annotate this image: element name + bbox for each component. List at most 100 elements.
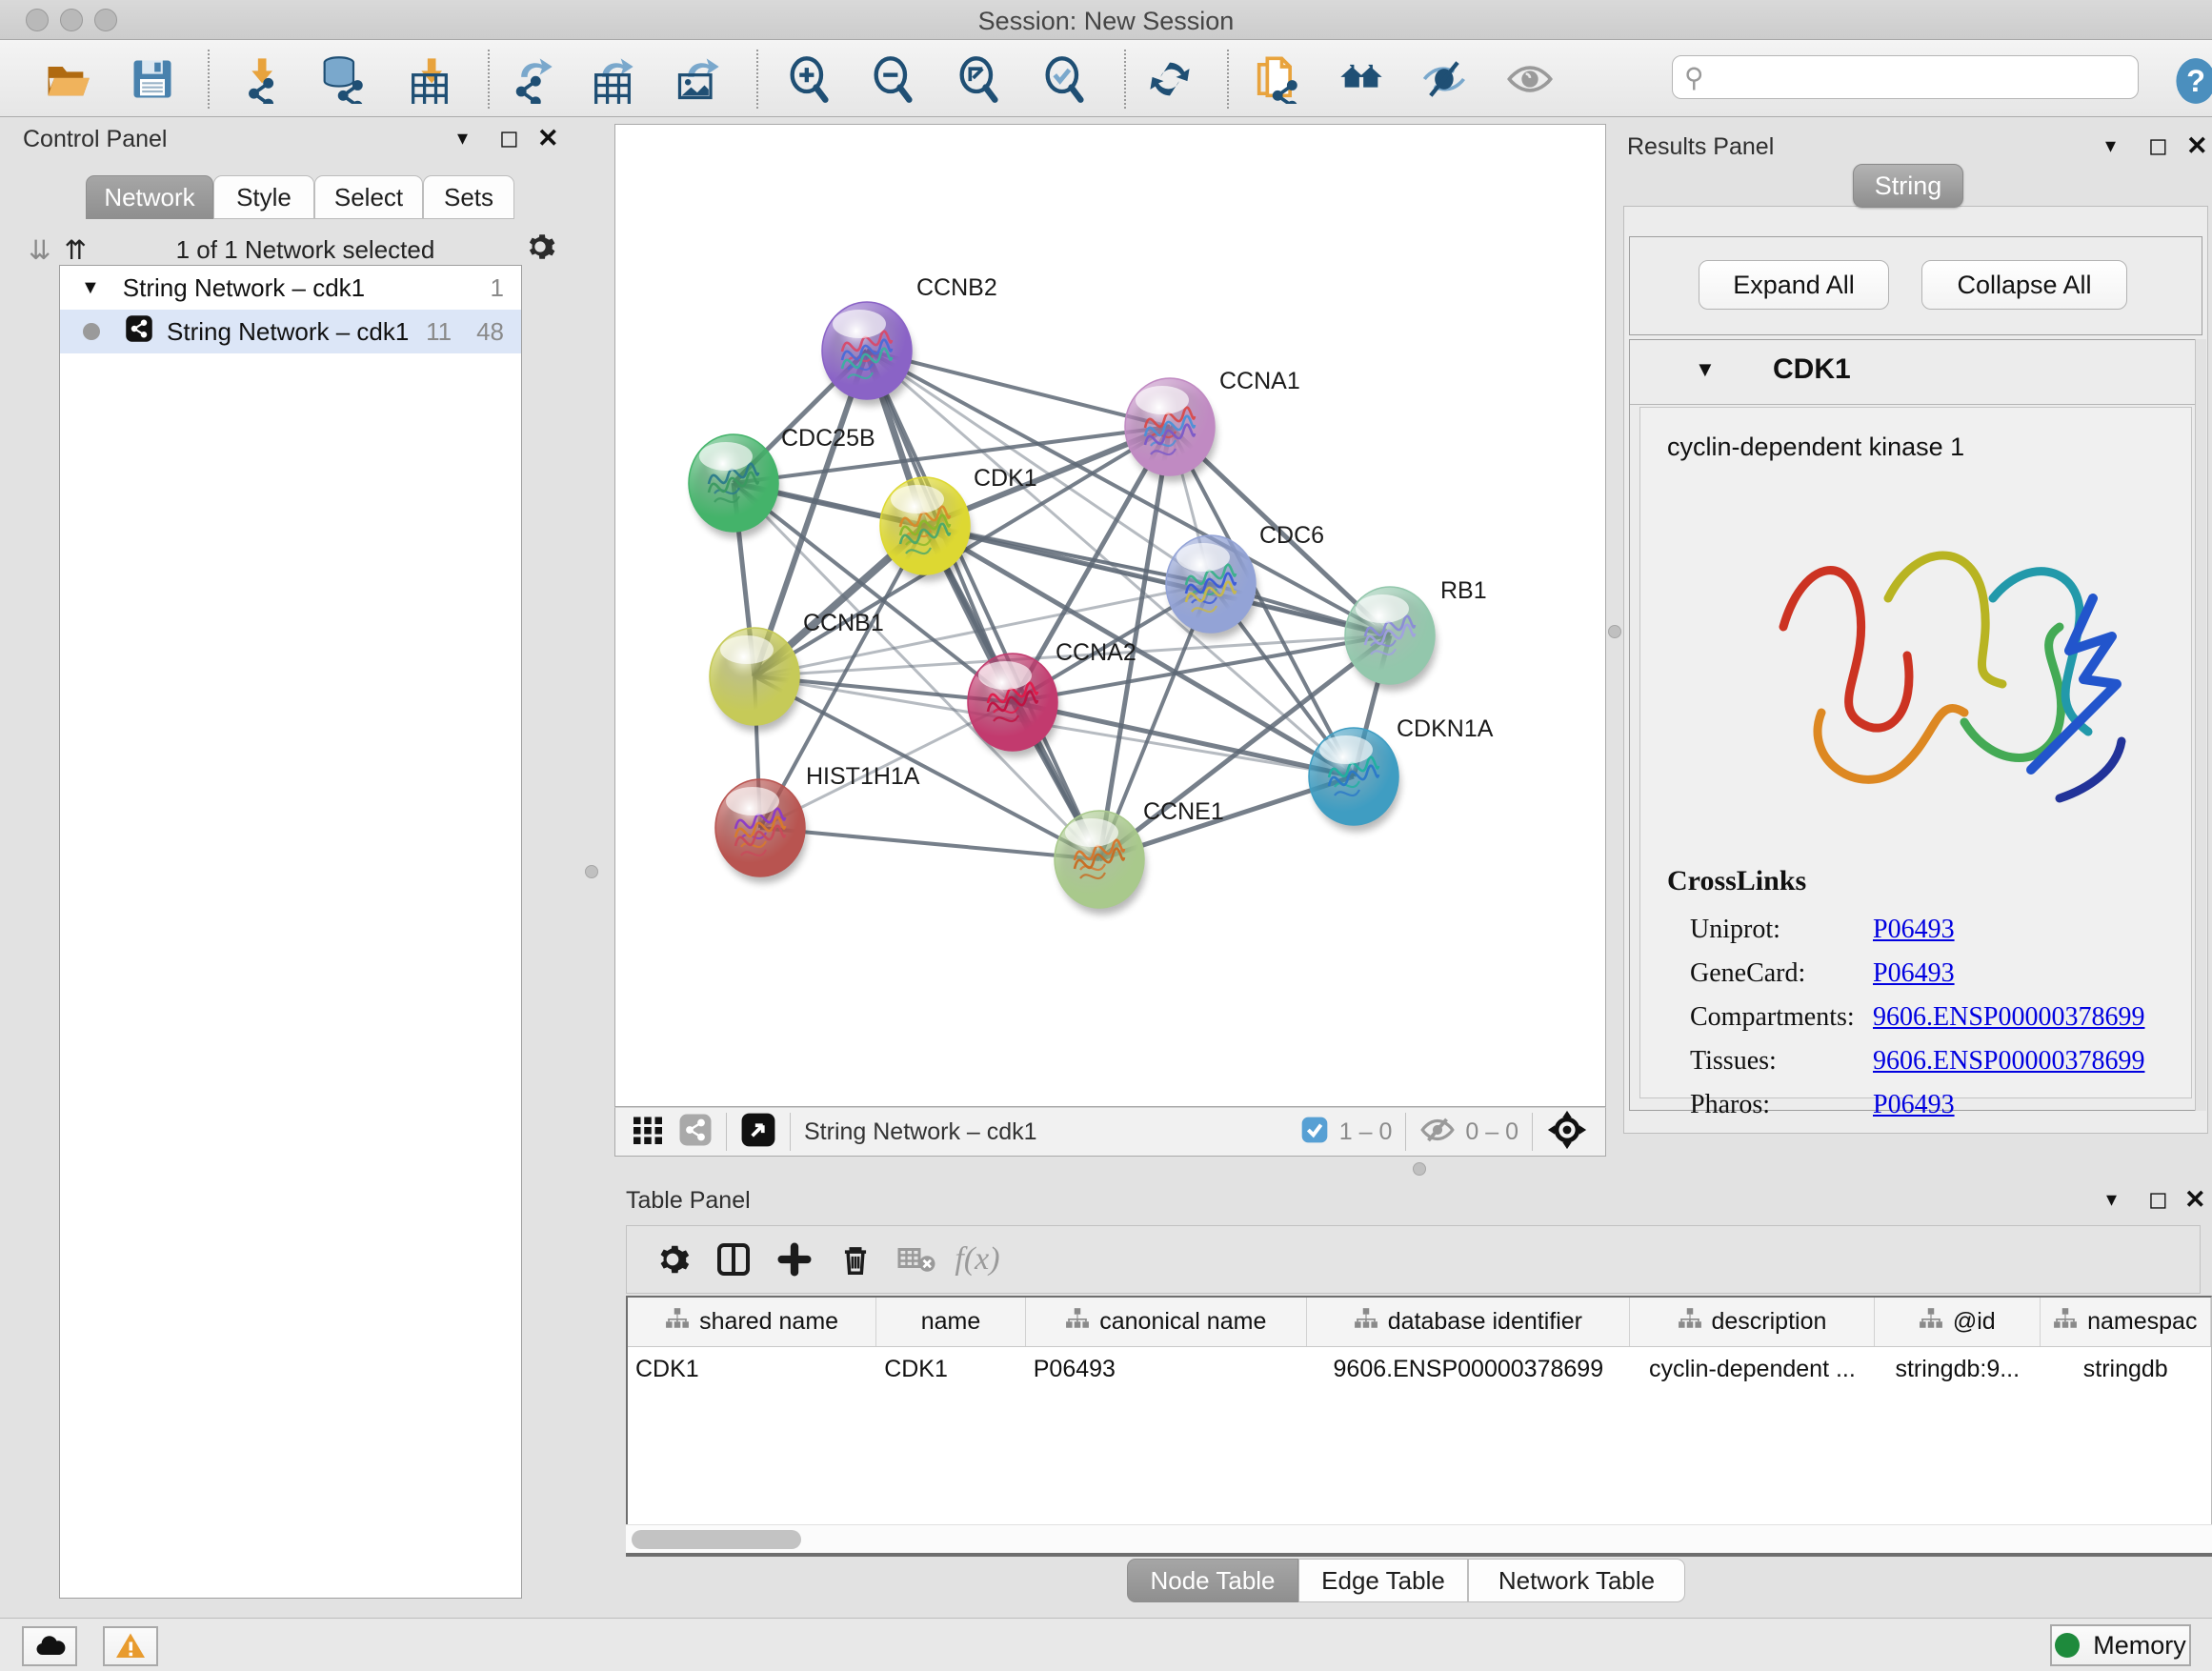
tab-select[interactable]: Select — [314, 175, 423, 219]
float-panel-icon[interactable]: ◻ — [2148, 1185, 2168, 1214]
gene-card: cyclin-dependent kinase 1 CrossLinks Uni… — [1639, 407, 2192, 1098]
show-all-button[interactable] — [1502, 51, 1558, 107]
network-row[interactable]: String Network – cdk1 11 48 — [60, 310, 521, 353]
export-image-button[interactable] — [671, 51, 726, 107]
network-view-toolbar: String Network – cdk1 1 – 0 0 – 0 — [614, 1107, 1606, 1157]
column-header--id[interactable]: @id — [1875, 1298, 2040, 1346]
tab-style[interactable]: Style — [213, 175, 314, 219]
delete-table-icon[interactable] — [886, 1233, 947, 1286]
panel-menu-icon[interactable]: ▾ — [457, 126, 468, 151]
birds-eye-icon[interactable] — [1546, 1109, 1588, 1156]
function-builder-icon[interactable]: f(x) — [947, 1233, 1008, 1286]
crosslink-label: GeneCard: — [1690, 958, 1805, 989]
import-table-button[interactable] — [402, 51, 457, 107]
crosslink-link[interactable]: P06493 — [1873, 1090, 1955, 1120]
column-header-shared-name[interactable]: shared name — [628, 1298, 876, 1346]
refresh-icon — [1145, 54, 1195, 104]
network-view[interactable]: CCNB2 CCNA1 CDC25B CDK1 CDC6 — [614, 124, 1606, 1107]
open-in-window-icon[interactable] — [740, 1112, 776, 1153]
warning-button[interactable] — [103, 1626, 158, 1666]
crosslink-link[interactable]: P06493 — [1873, 958, 1955, 989]
selected-checkbox[interactable] — [1299, 1115, 1330, 1150]
zoom-fit-icon — [954, 54, 1003, 104]
import-network-button[interactable] — [232, 51, 288, 107]
tab-node-table[interactable]: Node Table — [1127, 1559, 1298, 1602]
collapse-all-button[interactable]: Collapse All — [1921, 260, 2127, 310]
cloud-button[interactable] — [22, 1626, 77, 1666]
network-node-RB1[interactable]: RB1 — [1345, 577, 1487, 691]
close-panel-icon[interactable]: ✕ — [537, 124, 559, 153]
table-settings-gear-icon[interactable] — [642, 1233, 703, 1286]
float-panel-icon[interactable]: ◻ — [499, 124, 519, 152]
export-table-button[interactable] — [585, 51, 640, 107]
network-edge[interactable] — [1013, 702, 1354, 776]
open-file-button[interactable] — [39, 51, 94, 107]
gene-header[interactable]: ▼ CDK1 — [1630, 340, 2202, 405]
zoom-selected-icon — [1039, 54, 1089, 104]
table-hscrollbar[interactable] — [626, 1524, 2212, 1553]
panel-menu-icon[interactable]: ▾ — [2105, 133, 2116, 158]
zoom-out-button[interactable] — [865, 51, 920, 107]
tab-sets[interactable]: Sets — [423, 175, 514, 219]
expand-all-icon[interactable]: ⇈ — [64, 234, 86, 266]
search-input[interactable] — [1712, 64, 2112, 91]
collapse-section-icon[interactable]: ▼ — [1695, 357, 1716, 382]
collection-count: 1 — [491, 273, 504, 303]
crosslink-link[interactable]: P06493 — [1873, 915, 1955, 945]
network-node-CDKN1A[interactable]: CDKN1A — [1309, 715, 1494, 832]
delete-column-trash-icon[interactable] — [825, 1233, 886, 1286]
add-column-icon[interactable] — [764, 1233, 825, 1286]
close-panel-icon[interactable]: ✕ — [2184, 1185, 2206, 1215]
gear-icon[interactable] — [524, 231, 556, 270]
search-box[interactable]: ⚲ — [1672, 55, 2139, 99]
panel-menu-icon[interactable]: ▾ — [2106, 1187, 2117, 1212]
zoom-selected-button[interactable] — [1036, 51, 1092, 107]
close-panel-icon[interactable]: ✕ — [2186, 131, 2208, 161]
hide-selected-button[interactable] — [1418, 51, 1473, 107]
results-scrollbar[interactable] — [2195, 339, 2206, 1111]
left-splitter-handle[interactable] — [585, 865, 598, 878]
table-hscrollbar-thumb[interactable] — [632, 1530, 801, 1549]
crosslink-link[interactable]: 9606.ENSP00000378699 — [1873, 1046, 2144, 1077]
crosslinks-title: CrossLinks — [1667, 865, 1806, 897]
show-columns-icon[interactable] — [703, 1233, 764, 1286]
export-network-button[interactable] — [504, 51, 559, 107]
import-database-button[interactable] — [313, 51, 369, 107]
column-header-canonical-name[interactable]: canonical name — [1026, 1298, 1307, 1346]
first-neighbors-button[interactable] — [1334, 51, 1389, 107]
table-row[interactable]: CDK1CDK1P064939606.ENSP00000378699cyclin… — [628, 1347, 2211, 1391]
copy-document-icon — [1251, 54, 1300, 104]
grid-view-icon[interactable] — [631, 1113, 665, 1152]
float-panel-icon[interactable]: ◻ — [2148, 131, 2168, 160]
expand-all-button[interactable]: Expand All — [1699, 260, 1889, 310]
tab-edge-table[interactable]: Edge Table — [1298, 1559, 1468, 1602]
network-subheader: ⇊ ⇈ 1 of 1 Network selected — [11, 231, 572, 270]
tree-expander-icon[interactable]: ▼ — [81, 277, 100, 299]
collapse-all-icon[interactable]: ⇊ — [29, 234, 50, 266]
zoom-fit-button[interactable] — [951, 51, 1006, 107]
column-header-description[interactable]: description — [1630, 1298, 1875, 1346]
help-button[interactable]: ? — [2168, 53, 2212, 109]
status-bar: Memory — [0, 1618, 2212, 1671]
network-node-CCNE1[interactable]: CCNE1 — [1055, 798, 1224, 915]
tab-network-table[interactable]: Network Table — [1468, 1559, 1685, 1602]
save-session-button[interactable] — [125, 51, 180, 107]
network-node-CDK1[interactable]: CDK1 — [880, 465, 1037, 581]
network-collection-row[interactable]: ▼ String Network – cdk1 1 — [60, 266, 521, 310]
expand-collapse-box: Expand All Collapse All — [1629, 236, 2202, 335]
results-panel-title: Results Panel — [1627, 133, 1774, 161]
network-node-CDC6[interactable]: CDC6 — [1166, 522, 1324, 639]
column-header-namespac[interactable]: namespac — [2041, 1298, 2211, 1346]
zoom-in-button[interactable] — [781, 51, 836, 107]
column-header-database-identifier[interactable]: database identifier — [1307, 1298, 1630, 1346]
column-header-name[interactable]: name — [876, 1298, 1026, 1346]
copy-network-button[interactable] — [1248, 51, 1303, 107]
refresh-button[interactable] — [1142, 51, 1197, 107]
memory-button[interactable]: Memory — [2050, 1624, 2191, 1666]
tab-string[interactable]: String — [1853, 164, 1963, 208]
tab-network[interactable]: Network — [86, 175, 213, 219]
gene-description: cyclin-dependent kinase 1 — [1667, 433, 1964, 462]
network-badge-icon[interactable] — [678, 1113, 713, 1152]
network-node-HIST1H1A[interactable]: HIST1H1A — [715, 763, 920, 883]
crosslink-link[interactable]: 9606.ENSP00000378699 — [1873, 1002, 2144, 1033]
